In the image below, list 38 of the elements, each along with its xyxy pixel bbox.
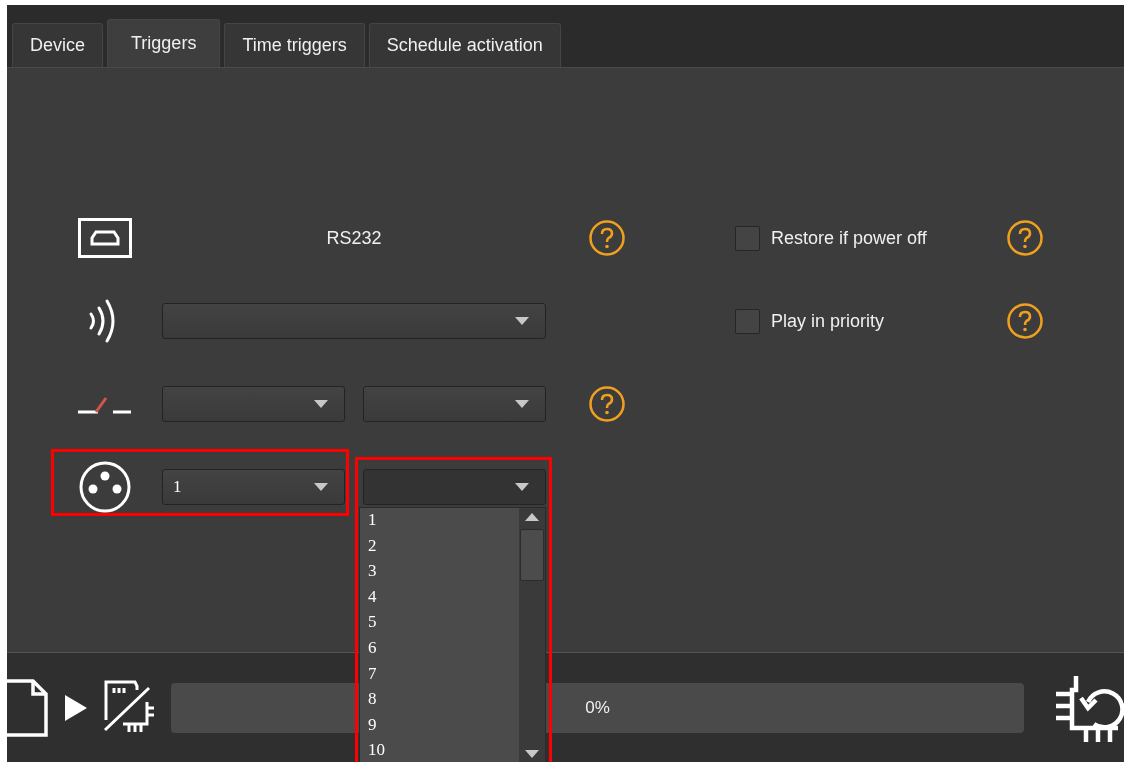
- help-icon[interactable]: [1007, 220, 1043, 256]
- dropdown[interactable]: 1: [162, 469, 345, 505]
- tab[interactable]: Triggers: [107, 19, 221, 67]
- caret-icon: [515, 400, 529, 408]
- dropdown-option[interactable]: 5: [368, 612, 519, 638]
- scroll-up-icon[interactable]: [525, 513, 539, 521]
- dropdown-option[interactable]: 1: [368, 510, 519, 536]
- caret-icon: [314, 400, 328, 408]
- dropdown-option[interactable]: 8: [368, 689, 519, 715]
- xlr-connector-icon: [79, 461, 131, 513]
- port-label: RS232: [326, 227, 382, 249]
- document-icon[interactable]: [5, 678, 49, 737]
- checkbox-label: Restore if power off: [771, 227, 927, 249]
- dropdown-option[interactable]: 6: [368, 637, 519, 664]
- checkbox-label: Play in priority: [771, 310, 885, 332]
- tab[interactable]: Schedule activation: [368, 23, 561, 67]
- serial-port-icon: [78, 218, 132, 258]
- dropdown-option[interactable]: 2: [368, 535, 519, 562]
- tab[interactable]: Device: [12, 23, 104, 67]
- dropdown-option[interactable]: 7: [368, 663, 519, 690]
- tab[interactable]: Time triggers: [224, 23, 365, 67]
- scrollbar[interactable]: [519, 508, 545, 762]
- caret-icon: [515, 483, 529, 491]
- scroll-thumb[interactable]: [520, 529, 544, 581]
- dropdown-option[interactable]: 3: [368, 561, 519, 587]
- dropdown-option[interactable]: 9: [368, 714, 519, 741]
- progress-text: 0%: [585, 697, 610, 718]
- dropdown-option[interactable]: 10: [368, 740, 519, 762]
- caret-icon: [515, 317, 529, 325]
- scroll-down-icon[interactable]: [525, 750, 539, 758]
- help-icon[interactable]: [589, 220, 625, 256]
- dropdown-option[interactable]: 4: [368, 586, 519, 613]
- help-icon[interactable]: [589, 386, 625, 422]
- checkbox[interactable]: [735, 308, 760, 334]
- checkbox[interactable]: [735, 225, 760, 251]
- help-icon[interactable]: [1007, 303, 1043, 339]
- play-icon[interactable]: [65, 694, 87, 721]
- caret-icon: [314, 483, 328, 491]
